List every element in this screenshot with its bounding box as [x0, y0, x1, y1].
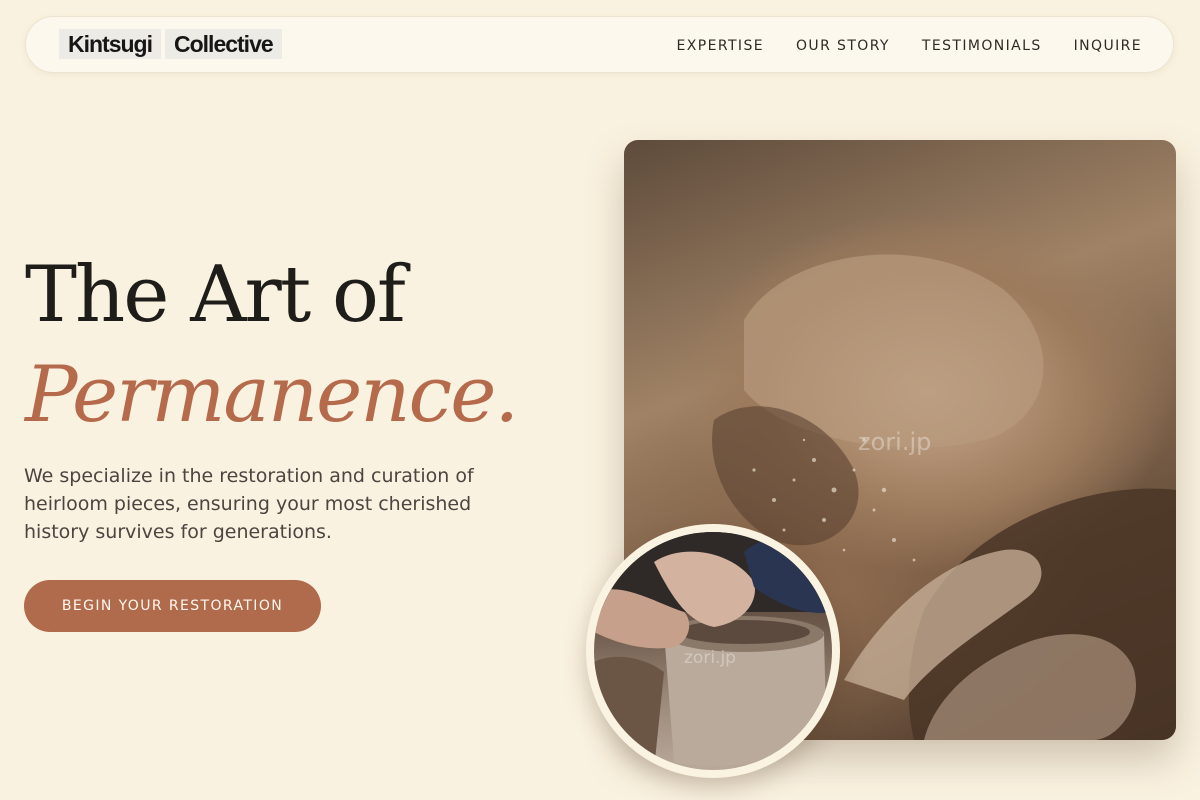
- nav-link-inquire[interactable]: INQUIRE: [1074, 38, 1142, 54]
- primary-nav: EXPERTISE OUR STORY TESTIMONIALS INQUIRE: [677, 17, 1142, 74]
- brand-word-collective: Collective: [165, 29, 282, 59]
- begin-restoration-button[interactable]: BEGIN YOUR RESTORATION: [24, 580, 321, 632]
- hero-title-line-2: Permanence.: [25, 350, 519, 440]
- brand-logo[interactable]: Kintsugi Collective: [59, 29, 282, 59]
- pottery-wheel-image: zori.jp: [594, 532, 832, 770]
- main-photo-watermark: zori.jp: [858, 428, 932, 456]
- hero-title-line-1: The Art of: [25, 250, 406, 340]
- hero-title: The Art of Permanence.: [25, 245, 519, 445]
- navbar: Kintsugi Collective EXPERTISE OUR STORY …: [25, 16, 1174, 73]
- brand-word-kintsugi: Kintsugi: [59, 29, 161, 59]
- nav-link-our-story[interactable]: OUR STORY: [796, 38, 890, 54]
- hero-description: We specialize in the restoration and cur…: [24, 465, 474, 543]
- nav-link-testimonials[interactable]: TESTIMONIALS: [922, 38, 1042, 54]
- nav-link-expertise[interactable]: EXPERTISE: [677, 38, 764, 54]
- hero-photo-pottery-wheel: zori.jp: [586, 524, 840, 778]
- circle-photo-watermark: zori.jp: [684, 648, 736, 668]
